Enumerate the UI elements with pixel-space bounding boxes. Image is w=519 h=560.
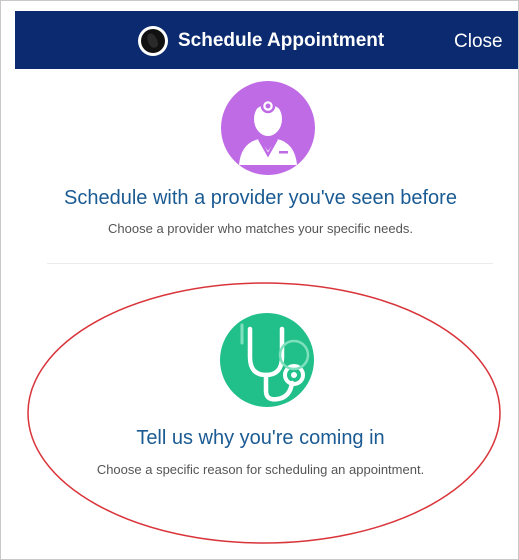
close-button[interactable]: Close xyxy=(454,31,503,53)
app-window: Schedule Appointment Close Schedule with xyxy=(0,0,519,560)
option-subtitle: Choose a specific reason for scheduling … xyxy=(96,462,425,477)
page-title: Schedule Appointment xyxy=(178,30,385,51)
divider xyxy=(47,263,493,264)
option-subtitle: Choose a provider who matches your speci… xyxy=(108,221,413,236)
option-title: Schedule with a provider you've seen bef… xyxy=(64,187,457,209)
header-bar: Schedule Appointment Close xyxy=(15,11,518,69)
stethoscope-icon xyxy=(220,313,314,407)
logo-icon xyxy=(138,26,168,56)
option-title: Tell us why you're coming in xyxy=(136,427,385,449)
doctor-icon xyxy=(221,81,315,175)
